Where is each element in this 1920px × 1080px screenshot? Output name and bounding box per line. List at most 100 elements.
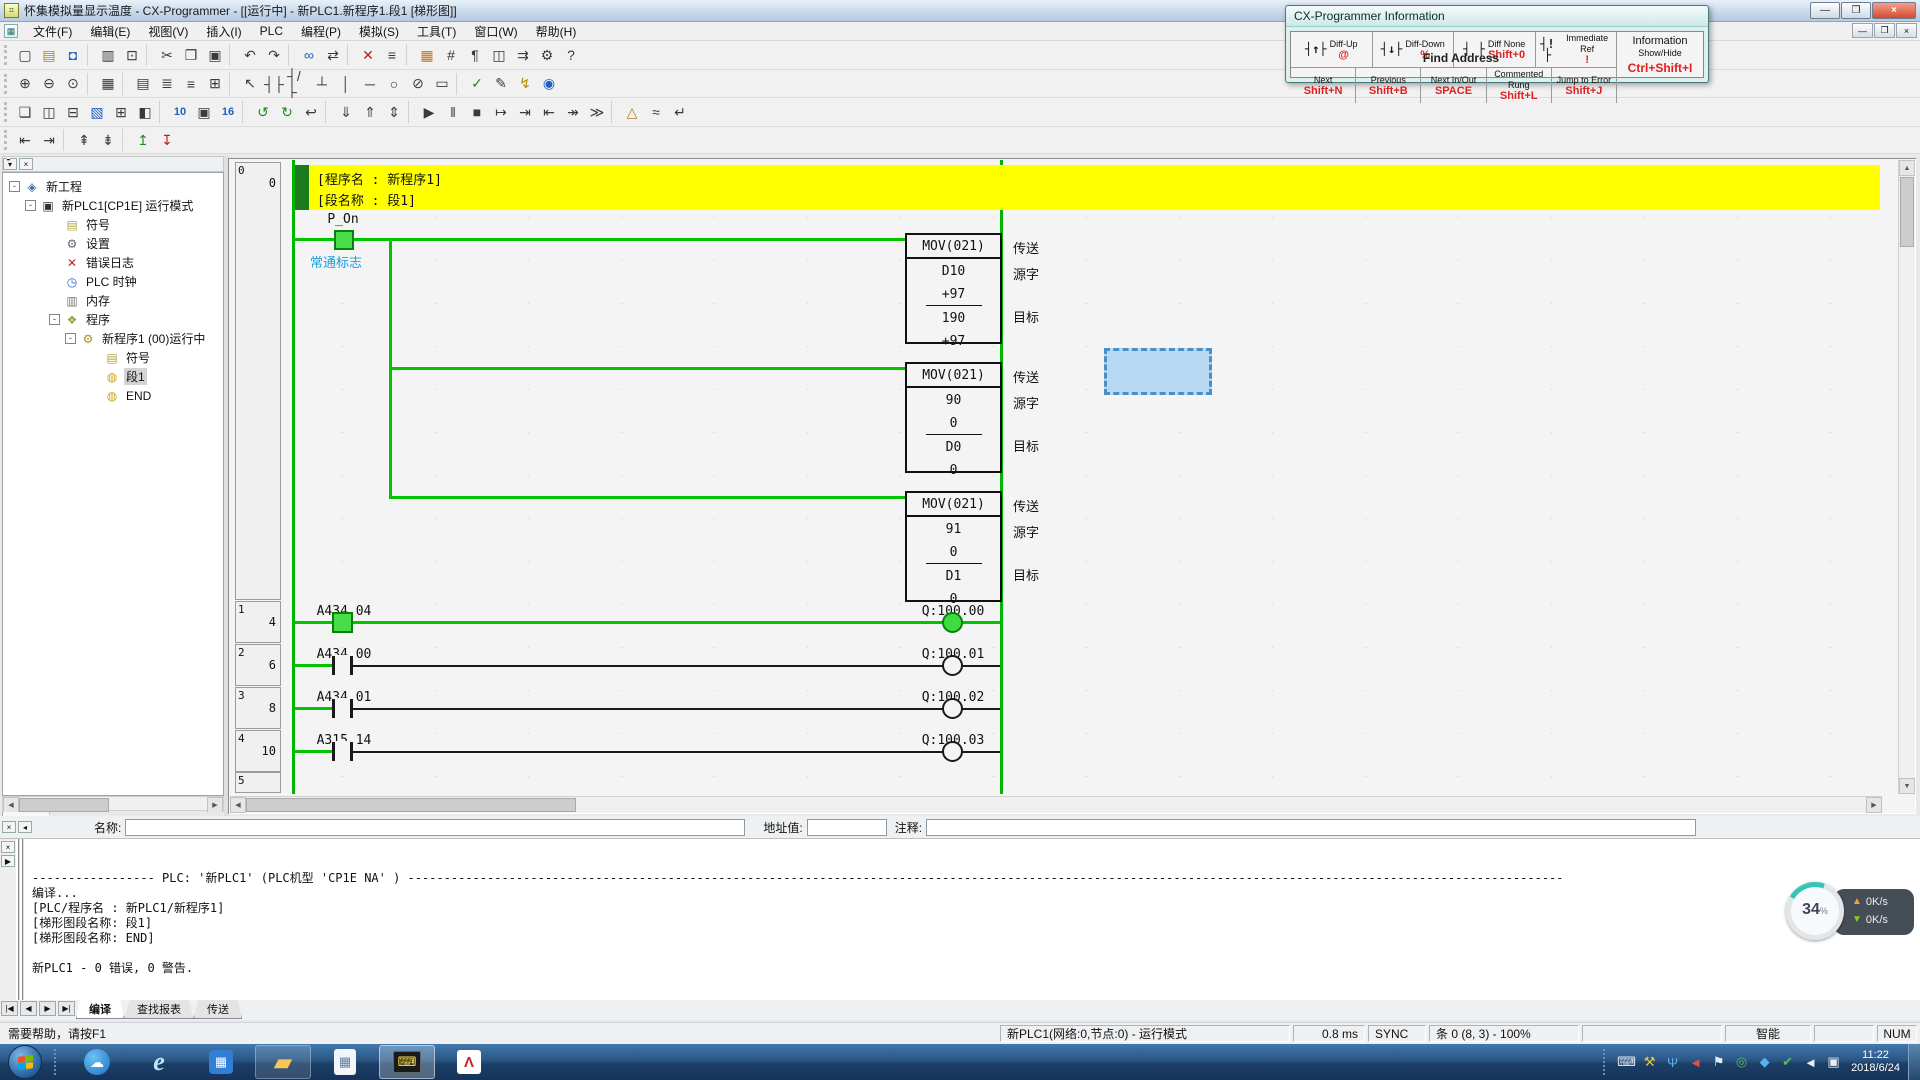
- toolbox-tray-icon[interactable]: ⚒: [1639, 1054, 1660, 1070]
- go-back-icon[interactable]: ↩: [299, 101, 323, 124]
- cascade-windows-icon[interactable]: ❏: [13, 101, 37, 124]
- tree-item-program-symbols[interactable]: ▤ 符号: [3, 348, 223, 367]
- paste-icon[interactable]: ▣: [203, 44, 227, 67]
- replace-icon[interactable]: ⇄: [321, 44, 345, 67]
- mov-instruction[interactable]: MOV(021) D10 +97 190 +97 传送 源字 目标: [905, 233, 1235, 344]
- start-button[interactable]: [8, 1045, 42, 1079]
- scan-run-icon[interactable]: ≫: [585, 101, 609, 124]
- break-icon[interactable]: ↵: [668, 101, 692, 124]
- or-contact-icon[interactable]: ┴: [310, 72, 334, 95]
- tree-expander[interactable]: -: [9, 181, 20, 192]
- mdi-restore-button[interactable]: ❐: [1874, 23, 1895, 38]
- zoom-out-icon[interactable]: ⊖: [37, 72, 61, 95]
- tree-item-end[interactable]: ◍ END: [3, 386, 223, 405]
- output-tab[interactable]: 查找报表: [124, 1000, 194, 1019]
- save-icon[interactable]: ◘: [61, 44, 85, 67]
- tree-item-plc-clock[interactable]: ◷ PLC 时钟: [3, 272, 223, 291]
- output-tab[interactable]: 传送: [194, 1000, 242, 1019]
- speed-gadget[interactable]: ▲ 0K/s ▼ 0K/s 34 %: [1786, 882, 1920, 942]
- closed-contact-icon[interactable]: ┤/├: [286, 72, 310, 95]
- destination-operand[interactable]: D0: [907, 440, 1000, 455]
- operand-bar-close-button[interactable]: ×: [2, 821, 16, 833]
- browser-icon[interactable]: ☁: [69, 1045, 125, 1079]
- step-out-icon[interactable]: ⇤: [537, 101, 561, 124]
- keyboard-tray-icon[interactable]: ⌨: [1616, 1054, 1637, 1070]
- mnemonics-view-icon[interactable]: ≡: [179, 72, 203, 95]
- hex-icon[interactable]: 16: [216, 101, 240, 124]
- source-operand[interactable]: 91: [907, 522, 1000, 537]
- output-coil[interactable]: [942, 655, 963, 676]
- select-tool-icon[interactable]: ↖: [238, 72, 262, 95]
- help-icon[interactable]: ?: [559, 44, 583, 67]
- always-on-contact[interactable]: [334, 230, 354, 250]
- menu-edit[interactable]: 编辑(E): [81, 21, 139, 42]
- menu-file[interactable]: 文件(F): [24, 21, 81, 42]
- minimize-button[interactable]: —: [1810, 2, 1840, 19]
- ladder-canvas[interactable]: [程序名 : 新程序1] [段名称 : 段1] 0 0 P_On 常通标志: [230, 160, 1898, 794]
- contact[interactable]: [332, 698, 353, 719]
- redo-icon[interactable]: ↷: [262, 44, 286, 67]
- monitor-icon[interactable]: ◉: [537, 72, 561, 95]
- tree-item-section1[interactable]: ◍ 段1: [3, 367, 223, 386]
- close-button[interactable]: ×: [1872, 2, 1916, 19]
- search-icon[interactable]: ∞: [297, 44, 321, 67]
- toolbar-grip[interactable]: [4, 102, 9, 122]
- scroll-thumb[interactable]: [246, 798, 576, 812]
- comment-field[interactable]: [926, 819, 1696, 836]
- rung-shift-right-icon[interactable]: ⇥: [37, 129, 61, 152]
- zoom-in-icon[interactable]: ⊕: [13, 72, 37, 95]
- menu-plc[interactable]: PLC: [251, 22, 292, 40]
- mdi-close-button[interactable]: ×: [1896, 23, 1917, 38]
- output-coil[interactable]: [942, 698, 963, 719]
- tree-item-programs[interactable]: - ❖ 程序: [3, 310, 223, 329]
- tree-item-settings[interactable]: ⚙ 设置: [3, 234, 223, 253]
- vertical-line-icon[interactable]: │: [334, 72, 358, 95]
- menu-program[interactable]: 编程(P): [292, 21, 350, 42]
- maximize-button[interactable]: ❐: [1841, 2, 1871, 19]
- address-field[interactable]: [807, 819, 887, 836]
- tree-item-symbols[interactable]: ▤ 符号: [3, 215, 223, 234]
- shield-tray-icon[interactable]: ◆: [1754, 1054, 1775, 1070]
- workspace-icon[interactable]: ▧: [85, 101, 109, 124]
- closed-coil-icon[interactable]: ⊘: [406, 72, 430, 95]
- horizontal-line-icon[interactable]: ─: [358, 72, 382, 95]
- differential-monitor-icon[interactable]: △: [620, 101, 644, 124]
- contact[interactable]: [332, 655, 353, 676]
- decimal-icon[interactable]: 10: [168, 101, 192, 124]
- scroll-down-icon[interactable]: ▼: [1899, 778, 1915, 794]
- explorer-icon[interactable]: ▰: [255, 1045, 311, 1079]
- destination-operand[interactable]: D1: [907, 569, 1000, 584]
- mov-instruction[interactable]: MOV(021) 91 0 D1 0 传送 源字 目标: [905, 491, 1235, 602]
- section-list-icon[interactable]: ≣: [155, 72, 179, 95]
- stop-icon[interactable]: ■: [465, 101, 489, 124]
- output-tab[interactable]: 编译: [76, 1000, 124, 1019]
- prev-tab-button[interactable]: ◀: [20, 1001, 37, 1016]
- source-operand[interactable]: 90: [907, 393, 1000, 408]
- taskbar-clock[interactable]: 11:22 2018/6/24: [1851, 1049, 1900, 1075]
- monitor-data-icon[interactable]: ▣: [192, 101, 216, 124]
- tree-item-program1[interactable]: - ⚙ 新程序1 (00)运行中: [3, 329, 223, 348]
- step-run-icon[interactable]: ↦: [489, 101, 513, 124]
- show-desktop-button[interactable]: [1908, 1044, 1920, 1080]
- output-close-button[interactable]: ×: [1, 841, 15, 853]
- destination-operand[interactable]: 190: [907, 311, 1000, 326]
- work-online-icon[interactable]: ↯: [513, 72, 537, 95]
- ladder-horizontal-scrollbar[interactable]: ◀ ▶: [230, 796, 1882, 812]
- tree-dropdown-button[interactable]: ▾: [3, 158, 17, 170]
- tree-item-plc[interactable]: - ▣ 新PLC1[CP1E] 运行模式: [3, 196, 223, 215]
- contact[interactable]: [332, 612, 353, 633]
- options-icon[interactable]: ⚙: [535, 44, 559, 67]
- rung-comment-icon[interactable]: ¶: [463, 44, 487, 67]
- tree-expander[interactable]: -: [65, 333, 76, 344]
- instruction-box-icon[interactable]: ▭: [430, 72, 454, 95]
- adobe-reader-icon[interactable]: Λ: [441, 1045, 497, 1079]
- overview-icon[interactable]: ▤: [131, 72, 155, 95]
- tile-vertical-icon[interactable]: ⊟: [61, 101, 85, 124]
- compare-with-plc-icon[interactable]: ⇕: [382, 101, 406, 124]
- next-section-icon[interactable]: ⇟: [96, 129, 120, 152]
- scroll-thumb[interactable]: [1900, 177, 1914, 247]
- flag-tray-icon[interactable]: ⚑: [1708, 1054, 1729, 1070]
- scroll-thumb[interactable]: [19, 798, 109, 812]
- grid-icon[interactable]: ▦: [96, 72, 120, 95]
- step-into-icon[interactable]: ⇥: [513, 101, 537, 124]
